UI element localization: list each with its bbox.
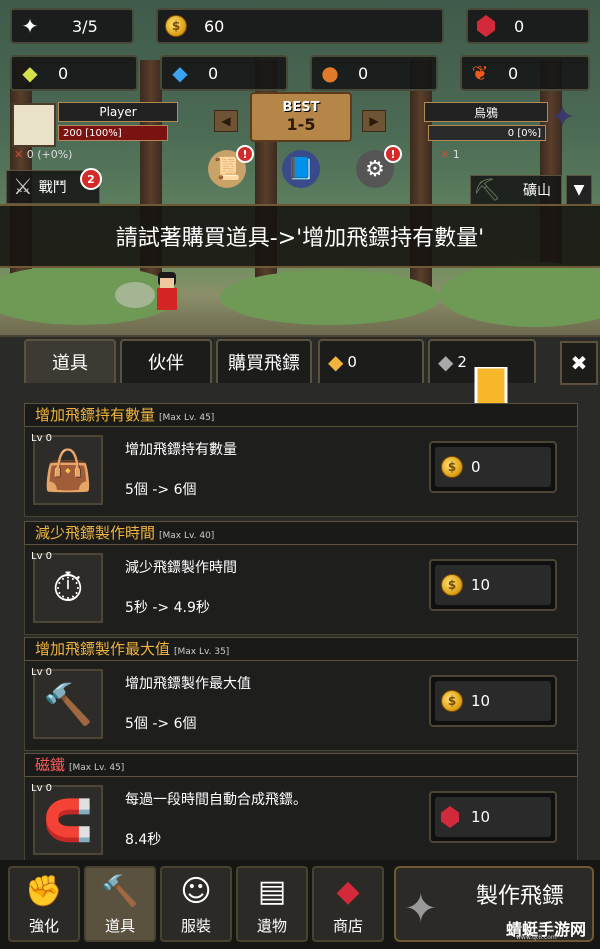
- orb-icon: ●: [321, 61, 339, 85]
- bottom-nav: ✊ 強化 🔨 道具 ☺ 服裝 ▤ 遺物 ◆ 商店 ✦ 製作飛鏢 蜻蜓手游网 ww…: [0, 860, 600, 949]
- gold-coin-icon: $: [162, 12, 190, 40]
- ruby-icon: ◆: [336, 874, 360, 909]
- player-name: Player: [58, 102, 178, 122]
- silver-shard-icon: ◆: [438, 350, 454, 374]
- shuriken-icon: ✦: [21, 14, 39, 38]
- resource-tab-1: ◆ 0: [318, 339, 424, 383]
- tutorial-banner: 請試著購買道具->'增加飛鏢持有數量': [0, 204, 600, 268]
- tab-partner[interactable]: 伙伴: [120, 339, 212, 383]
- bush: [220, 270, 440, 325]
- diamond-counter: ◆ 0: [160, 55, 288, 91]
- stopwatch-icon: ⏱: [33, 553, 103, 623]
- player-character: [152, 272, 182, 312]
- prev-stage-button[interactable]: ◀: [214, 110, 238, 132]
- enemy-name: 烏鴉: [424, 102, 548, 122]
- nav-relic[interactable]: ▤ 遺物: [236, 866, 308, 942]
- crossed-swords-icon: ⚔: [13, 174, 33, 200]
- ruby-counter[interactable]: 0: [466, 8, 590, 44]
- diamond-icon: ◆: [172, 61, 188, 85]
- item-title: 磁鐵 [Max Lv. 45]: [24, 753, 578, 777]
- gold-coin-icon: $: [441, 456, 463, 478]
- nav-enhance[interactable]: ✊ 強化: [8, 866, 80, 942]
- pickaxe-icon: ⛏: [473, 177, 501, 203]
- watermark-url: www.qt6.com: [516, 934, 557, 941]
- magnet-icon: 🧲: [33, 785, 103, 855]
- bag-icon: 👜: [33, 435, 103, 505]
- location-selector[interactable]: ⛏ 礦山: [470, 175, 562, 205]
- item-body: 🔨 Lv 0 增加飛鏢製作最大值 5個 -> 6個 $10: [24, 661, 578, 751]
- feather-icon: ❦: [471, 61, 489, 85]
- enemy-hp-bar: 0 [0%]: [428, 125, 546, 141]
- nav-costume[interactable]: ☺ 服裝: [160, 866, 232, 942]
- nav-items[interactable]: 🔨 道具: [84, 866, 156, 942]
- alert-badge: !: [384, 145, 402, 163]
- ruby-plus-icon: [472, 12, 500, 40]
- book-icon[interactable]: 📘: [282, 150, 320, 188]
- shuriken-icon: ✦: [404, 886, 438, 932]
- bush: [440, 262, 600, 327]
- close-button[interactable]: ✖: [560, 341, 598, 385]
- item-title: 減少飛鏢製作時間 [Max Lv. 40]: [24, 521, 578, 545]
- crow-icon: ✦: [550, 100, 576, 135]
- hammer-icon: 🔨: [101, 874, 139, 909]
- player-hp-bar: 200 [100%]: [58, 125, 168, 141]
- buy-button[interactable]: $10: [429, 559, 557, 611]
- stage-scroll: BEST 1-5: [250, 92, 352, 142]
- buy-button[interactable]: 10: [429, 791, 557, 843]
- shop-panel: 道具 伙伴 購買飛鏢 ◆ 0 ◆ 2 ✖ 增加飛鏢持有數量 [Max Lv. 45…: [0, 335, 600, 867]
- shuriken-counter: ✦ 3/5: [10, 8, 134, 44]
- tab-buy-shuriken[interactable]: 購買飛鏢: [216, 339, 312, 383]
- green-gem-counter: ◆ 0: [10, 55, 138, 91]
- craft-shuriken-button[interactable]: ✦ 製作飛鏢 蜻蜓手游网 www.qt6.com: [394, 866, 594, 942]
- buy-button[interactable]: $10: [429, 675, 557, 727]
- swords-icon: ✕: [440, 148, 450, 161]
- gold-coin-icon: $: [441, 690, 463, 712]
- enemy-stat: ✕ 1: [440, 148, 460, 161]
- item-body: ⏱ Lv 0 減少飛鏢製作時間 5秒 -> 4.9秒 $10: [24, 545, 578, 635]
- item-body: 👜 Lv 0 增加飛鏢持有數量 5個 -> 6個 $0: [24, 427, 578, 517]
- tab-items[interactable]: 道具: [24, 339, 116, 383]
- battle-badge: 2: [80, 168, 102, 190]
- alert-badge: !: [236, 145, 254, 163]
- next-stage-button[interactable]: ▶: [362, 110, 386, 132]
- gold-coin-icon: $: [441, 574, 463, 596]
- hammer-icon: 🔨: [33, 669, 103, 739]
- item-title: 增加飛鏢製作最大值 [Max Lv. 35]: [24, 637, 578, 661]
- feather-counter: ❦ 0: [460, 55, 590, 91]
- player-portrait: [12, 103, 56, 147]
- item-body: 🧲 Lv 0 每過一段時間自動合成飛鏢。 8.4秒 10: [24, 777, 578, 867]
- item-title: 增加飛鏢持有數量 [Max Lv. 45]: [24, 403, 578, 427]
- orb-counter: ● 0: [310, 55, 438, 91]
- player-stat: ✕ 0 (+0%): [14, 148, 73, 161]
- fist-icon: ✊: [25, 874, 63, 909]
- gold-shard-icon: ◆: [328, 350, 344, 374]
- nav-store[interactable]: ◆ 商店: [312, 866, 384, 942]
- green-gem-icon: ◆: [22, 61, 38, 85]
- character-head-icon: ☺: [180, 874, 212, 909]
- dust-cloud: [115, 282, 155, 308]
- location-dropdown-button[interactable]: ▼: [566, 175, 592, 205]
- buy-button[interactable]: $0: [429, 441, 557, 493]
- game-scene: ✦ 3/5 $ 60 0 ◆ 0 ◆ 0 ● 0 ❦ 0 Player 200 …: [0, 0, 600, 335]
- swords-icon: ✕: [14, 148, 24, 161]
- gold-counter: $ 60: [156, 8, 444, 44]
- treasure-chest-icon: ▤: [257, 874, 287, 909]
